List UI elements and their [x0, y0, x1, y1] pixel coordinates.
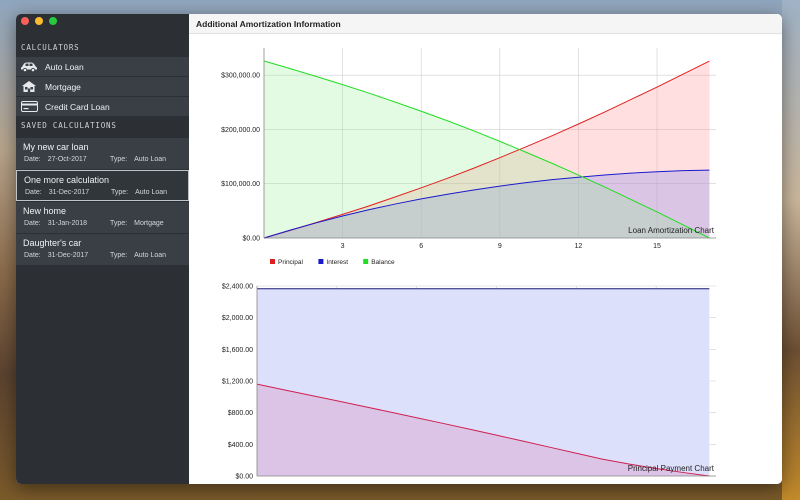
desktop-background: [782, 0, 800, 500]
car-icon: [20, 61, 38, 73]
type-label: Type:: [111, 189, 129, 196]
zoom-window-button[interactable]: [49, 17, 57, 25]
y-tick-label: $200,000.00: [221, 127, 260, 134]
x-tick-label: 9: [498, 243, 502, 250]
saved-calculation-date: 31-Dec-2017: [47, 252, 89, 259]
app-window: CALCULATORS Auto Loan Mortgage Credit Ca…: [16, 14, 782, 484]
saved-calculation-name: New home: [23, 206, 67, 216]
legend-swatch-principal: [270, 259, 275, 264]
saved-calculation-type: Auto Loan: [134, 252, 167, 259]
x-tick-label: 6: [419, 243, 423, 250]
legend-label-interest: Interest: [326, 259, 348, 266]
main-panel: Additional Amortization Information $0.0…: [189, 14, 782, 484]
legend-label-balance: Balance: [371, 259, 395, 266]
saved-calculation-name: My new car loan: [23, 142, 89, 152]
chart-1: $0.00 $100,000.00 $200,000.00 $300,000.00 3 6…: [221, 48, 716, 266]
calculators-header: CALCULATORS: [21, 43, 80, 52]
date-label: Date:: [24, 156, 41, 163]
legend-label-principal: Principal: [278, 259, 303, 266]
y-tick-label: $400.00: [228, 442, 253, 449]
type-label: Type:: [110, 220, 128, 227]
saved-calculation-meta: Date: 31-Dec-2017 Type: Auto Loan: [23, 250, 189, 262]
saved-calculation-item[interactable]: Daughter's car Date: 31-Dec-2017 Type: Aut…: [16, 234, 189, 265]
y-tick-label: $2,400.00: [222, 284, 253, 291]
credit-card-icon: [20, 101, 38, 113]
saved-calculation-type: Auto Loan: [134, 156, 167, 163]
saved-calculation-date: 31-Dec-2017: [48, 189, 90, 196]
page-title: Additional Amortization Information: [189, 14, 782, 34]
chart-2: $0.00 $400.00 $800.00 $1,200.00 $1,600.00 $2,…: [222, 284, 716, 481]
saved-calculation-date: 31-Jan-2018: [47, 220, 88, 227]
saved-calculations-header: SAVED CALCULATIONS: [21, 121, 117, 130]
close-window-button[interactable]: [21, 17, 29, 25]
y-tick-label: $0.00: [242, 236, 260, 243]
saved-calculation-item-selected[interactable]: One more calculation Date: 31-Dec-2017 Ty…: [16, 170, 189, 201]
saved-calculation-meta: Date: 27-Oct-2017 Type: Auto Loan: [23, 154, 189, 166]
y-tick-label: $1,600.00: [222, 347, 253, 354]
saved-calculation-name: One more calculation: [24, 175, 110, 185]
sidebar-item-label: Credit Card Loan: [45, 101, 110, 112]
window-controls: [21, 17, 57, 25]
titlebar-left: [16, 14, 189, 41]
chart-title: Principal Payment Chart: [628, 464, 715, 473]
legend-swatch-balance: [363, 259, 369, 264]
saved-calculation-item[interactable]: My new car loan Date: 27-Oct-2017 Type: Au…: [16, 138, 189, 169]
y-tick-label: $300,000.00: [221, 73, 260, 80]
type-label: Type:: [110, 156, 128, 163]
saved-calculation-meta: Date: 31-Jan-2018 Type: Mortgage: [23, 218, 189, 230]
minimize-window-button[interactable]: [35, 17, 43, 25]
x-tick-label: 12: [575, 243, 583, 250]
charts-area: $0.00 $100,000.00 $200,000.00 $300,000.00 3 6…: [221, 48, 716, 481]
y-tick-label: $1,200.00: [222, 379, 253, 386]
saved-calculation-date: 27-Oct-2017: [47, 156, 87, 163]
saved-calculation-item[interactable]: New home Date: 31-Jan-2018 Type: Mortgage: [16, 202, 189, 233]
chart-title: Loan Amortization Chart: [628, 226, 715, 235]
y-tick-label: $100,000.00: [221, 181, 260, 188]
house-icon: [20, 81, 38, 93]
x-tick-label: 15: [653, 243, 661, 250]
date-label: Date:: [25, 189, 42, 196]
sidebar: CALCULATORS Auto Loan Mortgage Credit Ca…: [16, 14, 189, 484]
y-tick-label: $2,000.00: [222, 315, 253, 322]
sidebar-item-label: Mortgage: [45, 81, 81, 92]
date-label: Date:: [24, 220, 41, 227]
date-label: Date:: [24, 252, 41, 259]
saved-calculation-meta: Date: 31-Dec-2017 Type: Auto Loan: [24, 187, 188, 199]
y-tick-label: $800.00: [228, 410, 253, 417]
type-label: Type:: [110, 252, 128, 259]
sidebar-item-credit-card-loan[interactable]: Credit Card Loan: [16, 97, 189, 116]
legend-swatch-interest: [318, 259, 324, 264]
y-tick-label: $0.00: [235, 474, 253, 481]
saved-calculation-type: Mortgage: [134, 220, 164, 227]
saved-calculation-type: Auto Loan: [135, 189, 168, 196]
sidebar-item-mortgage[interactable]: Mortgage: [16, 77, 189, 96]
sidebar-item-label: Auto Loan: [45, 61, 84, 72]
x-tick-label: 3: [341, 243, 345, 250]
saved-calculation-name: Daughter's car: [23, 238, 82, 248]
sidebar-item-auto-loan[interactable]: Auto Loan: [16, 57, 189, 76]
